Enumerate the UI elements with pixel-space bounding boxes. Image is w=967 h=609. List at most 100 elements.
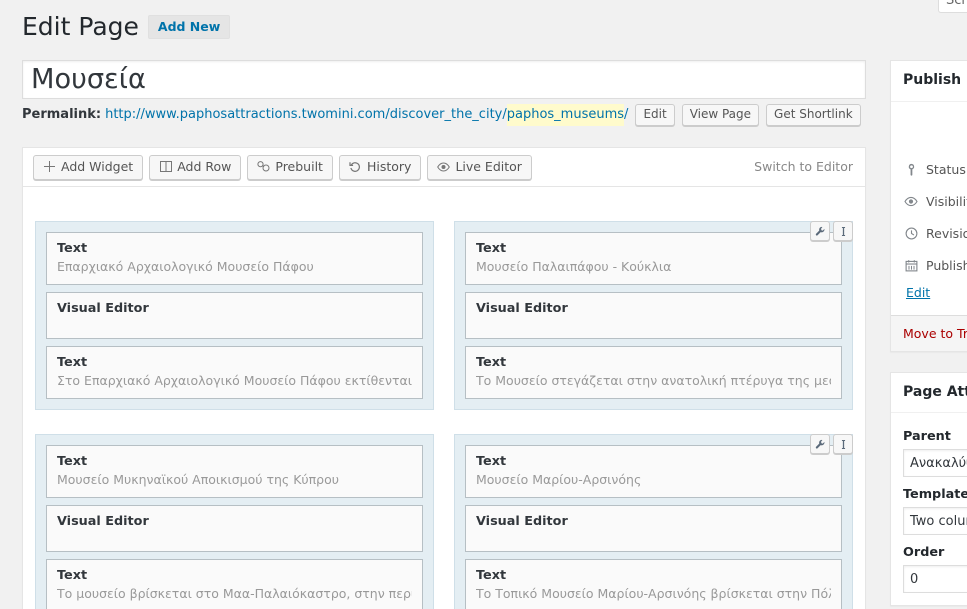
eye-icon xyxy=(903,194,919,210)
edit-permalink-button[interactable]: Edit xyxy=(635,104,675,126)
widget-title: Text xyxy=(57,355,88,370)
columns-icon xyxy=(159,160,172,173)
publish-status-label: Status: xyxy=(926,161,967,177)
widget-item[interactable]: Text Μουσείο Μαρίου-Αρσινόης xyxy=(465,445,842,498)
widget-item[interactable]: Visual Editor xyxy=(46,505,423,552)
widget-description: Μουσείο Παλαιπάφου - Κούκλια xyxy=(476,259,672,274)
publish-panel-heading: Publish xyxy=(891,61,967,102)
publish-date-row: Published on: Jun 3, 2017 @ 14:35 xyxy=(891,250,967,282)
history-label: History xyxy=(366,158,412,174)
widget-item[interactable]: Text Το μουσείο βρίσκεται στο Μαα-Παλαιό… xyxy=(46,559,423,609)
order-input[interactable]: 0 xyxy=(903,565,967,594)
page-title: Edit Page xyxy=(22,12,139,41)
prebuilt-label: Prebuilt xyxy=(275,158,323,174)
row-cell[interactable]: Text Μουσείο Μαρίου-Αρσινόης Visual Edit… xyxy=(454,434,853,609)
move-to-trash-link[interactable]: Move to Trash xyxy=(903,326,967,341)
widget-description: Το Μουσείο στεγάζεται στην ανατολική πτέ… xyxy=(476,373,831,388)
get-shortlink-button[interactable]: Get Shortlink xyxy=(766,104,861,126)
page-attributes-body: Parent Ανακαλύψτε την πόλη Template Two … xyxy=(891,413,967,605)
permalink-row: Permalink: http://www.paphosattractions.… xyxy=(22,104,861,126)
widget-title: Text xyxy=(57,241,88,256)
row-action-buttons xyxy=(810,221,853,241)
page-header: Edit Page Add New xyxy=(22,10,231,44)
widget-description: Το μουσείο βρίσκεται στο Μαα-Παλαιόκαστρ… xyxy=(57,586,412,601)
page-builder-rows: Text Επαρχιακό Αρχαιολογικό Μουσείο Πάφο… xyxy=(23,187,865,609)
page-builder-panel: Add Widget Add Row Prebuilt History Live… xyxy=(22,147,866,609)
widget-description: Επαρχιακό Αρχαιολογικό Μουσείο Πάφου xyxy=(57,259,314,274)
widget-item[interactable]: Text Το Μουσείο στεγάζεται στην ανατολικ… xyxy=(465,346,842,399)
widget-item[interactable]: Visual Editor xyxy=(465,292,842,339)
title-field-wrap xyxy=(22,60,866,99)
undo-icon xyxy=(349,160,362,173)
prebuilt-button[interactable]: Prebuilt xyxy=(247,154,333,180)
row-settings-button[interactable] xyxy=(810,221,830,241)
permalink-base-url[interactable]: http://www.paphosattractions.twomini.com… xyxy=(105,104,507,126)
widget-item[interactable]: Visual Editor xyxy=(465,505,842,552)
widget-title: Text xyxy=(476,241,507,256)
clock-icon xyxy=(903,226,919,242)
row-cell[interactable]: Text Μουσείο Παλαιπάφου - Κούκλια Visual… xyxy=(454,221,853,410)
permalink-slug[interactable]: paphos_museums xyxy=(506,104,625,126)
builder-row: Text Μουσείο Μυκηναϊκού Αποικισμού της Κ… xyxy=(35,434,853,609)
view-page-button[interactable]: View Page xyxy=(681,104,760,126)
widget-title: Visual Editor xyxy=(476,514,568,529)
widget-title: Text xyxy=(57,568,88,583)
eye-icon xyxy=(437,160,451,173)
widget-description: Το Τοπικό Μουσείο Μαρίου-Αρσινόης βρίσκε… xyxy=(476,586,831,601)
template-label: Template xyxy=(903,487,967,503)
widget-item[interactable]: Text Μουσείο Μυκηναϊκού Αποικισμού της Κ… xyxy=(46,445,423,498)
wordpress-edit-page-screen: Screen Options Edit Page Add New Permali… xyxy=(0,0,967,609)
edit-publish-date-link[interactable]: Edit xyxy=(906,285,930,300)
publish-revisions-row: Revisions: 12 Edit xyxy=(891,218,967,250)
widget-item[interactable]: Text Επαρχιακό Αρχαιολογικό Μουσείο Πάφο… xyxy=(46,232,423,285)
widget-description: Μουσείο Μαρίου-Αρσινόης xyxy=(476,472,642,487)
order-label: Order xyxy=(903,545,945,561)
add-row-label: Add Row xyxy=(177,158,232,174)
widget-item[interactable]: Text Στο Επαρχιακό Αρχαιολογικό Μουσείο … xyxy=(46,346,423,399)
add-new-button[interactable]: Add New xyxy=(147,15,231,39)
publishing-actions xyxy=(891,112,967,154)
row-move-button[interactable] xyxy=(833,434,853,454)
template-select[interactable]: Two column xyxy=(903,507,967,536)
add-widget-button[interactable]: Add Widget xyxy=(33,154,144,180)
publish-revisions-label: Revisions: xyxy=(926,225,967,241)
permalink-label: Permalink: xyxy=(22,107,102,122)
row-cell[interactable]: Text Μουσείο Μυκηναϊκού Αποικισμού της Κ… xyxy=(35,434,434,609)
widget-item[interactable]: Visual Editor xyxy=(46,292,423,339)
page-title-input[interactable] xyxy=(22,60,866,99)
widget-title: Visual Editor xyxy=(57,514,149,529)
row-settings-button[interactable] xyxy=(810,434,830,454)
builder-row: Text Επαρχιακό Αρχαιολογικό Μουσείο Πάφο… xyxy=(35,221,853,410)
publish-visibility-label: Visibility: xyxy=(926,193,967,209)
screen-options-label: Screen Options xyxy=(946,0,967,8)
parent-select[interactable]: Ανακαλύψτε την πόλη xyxy=(903,449,967,478)
row-cell[interactable]: Text Επαρχιακό Αρχαιολογικό Μουσείο Πάφο… xyxy=(35,221,434,410)
row-cells: Text Μουσείο Μυκηναϊκού Αποικισμού της Κ… xyxy=(35,434,853,609)
widget-description: Στο Επαρχιακό Αρχαιολογικό Μουσείο Πάφου… xyxy=(57,373,412,388)
publish-major-actions: Move to Trash xyxy=(891,314,967,351)
row-action-buttons xyxy=(810,434,853,454)
history-button[interactable]: History xyxy=(338,154,422,180)
publish-visibility-row: Visibility: Public Edit xyxy=(891,186,967,218)
row-move-button[interactable] xyxy=(833,221,853,241)
widget-title: Visual Editor xyxy=(476,301,568,316)
row-cells: Text Επαρχιακό Αρχαιολογικό Μουσείο Πάφο… xyxy=(35,221,853,410)
switch-to-editor-link[interactable]: Switch to Editor xyxy=(754,159,853,174)
permalink-slug-suffix: / xyxy=(624,107,629,122)
pin-icon xyxy=(903,162,919,178)
widget-title: Visual Editor xyxy=(57,301,149,316)
calendar-icon xyxy=(903,258,919,274)
parent-label: Parent xyxy=(903,429,951,445)
publish-panel-body: Status: Published Edit Visibility: Publi… xyxy=(891,102,967,351)
widget-title: Text xyxy=(476,454,507,469)
live-editor-button[interactable]: Live Editor xyxy=(427,154,532,180)
add-row-button[interactable]: Add Row xyxy=(149,154,242,180)
clone-icon xyxy=(257,160,270,173)
screen-options-tab[interactable]: Screen Options xyxy=(938,0,967,13)
publish-date-edit-row: Edit xyxy=(891,282,967,307)
sidebar: Publish Status: Published Edit Visibilit… xyxy=(890,60,967,609)
widget-item[interactable]: Text Το Τοπικό Μουσείο Μαρίου-Αρσινόης β… xyxy=(465,559,842,609)
widget-item[interactable]: Text Μουσείο Παλαιπάφου - Κούκλια xyxy=(465,232,842,285)
page-attributes-panel: Page Attributes Parent Ανακαλύψτε την πό… xyxy=(890,371,967,607)
widget-title: Text xyxy=(476,355,507,370)
